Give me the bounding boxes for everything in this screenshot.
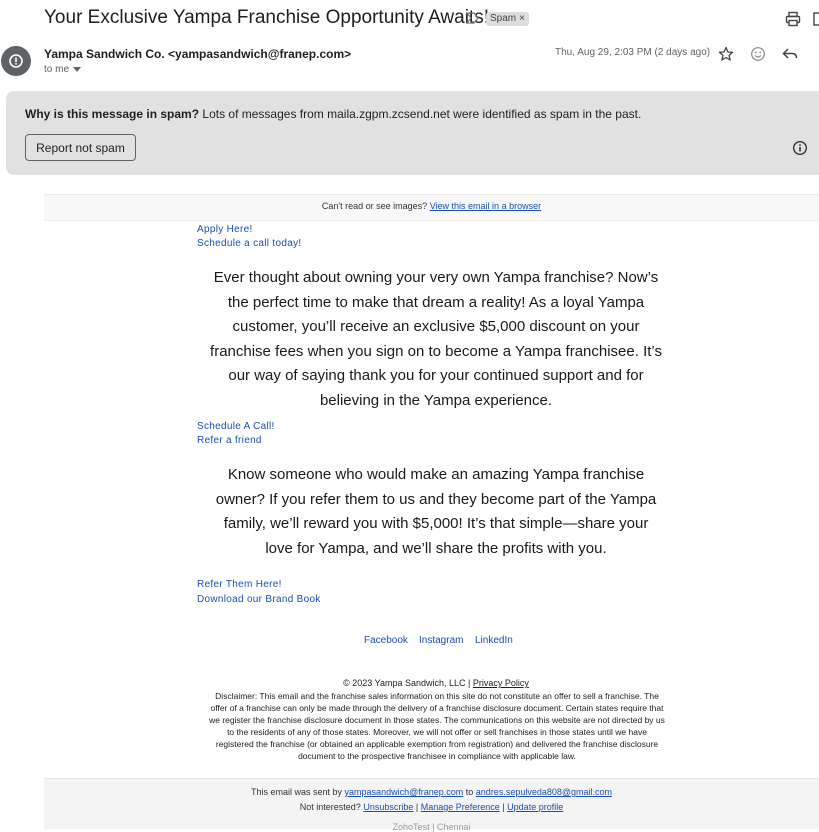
sent-to-word: to [465,787,474,797]
referral-paragraph: Know someone who would make an amazing Y… [215,466,657,557]
email-subject: Your Exclusive Yampa Franchise Opportuni… [44,7,489,28]
refer-them-here-link[interactable]: Refer Them Here! [197,579,282,590]
recipient-text: to me [44,64,70,75]
instagram-link[interactable]: Instagram [419,635,463,646]
chevron-down-icon[interactable] [73,66,82,73]
legal-disclaimer: Disclaimer: This email and the franchise… [209,691,665,761]
cant-see-images-text: Can't read or see images? [321,201,428,211]
star-icon[interactable] [718,46,734,62]
update-profile-link[interactable]: Update profile [507,802,563,812]
spam-warning-banner [6,91,819,175]
refer-a-friend-link[interactable]: Refer a friend [197,435,262,446]
spam-question: Why is this message in spam? [25,107,200,121]
email-date: Thu, Aug 29, 2:03 PM (2 days ago) [555,47,711,58]
spam-explanation: Why is this message in spam? Lots of mes… [25,107,641,121]
report-not-spam-button[interactable]: Report not spam [25,134,136,161]
separator: | [502,802,505,812]
spam-reason: Lots of messages from maila.zgpm.zcsend.… [202,107,642,121]
download-brand-book-link[interactable]: Download our Brand Book [197,594,321,605]
spam-label-text: Spam [490,13,517,24]
importance-marker-icon[interactable] [466,12,480,24]
recipient-details[interactable]: to me [44,64,82,75]
sender-brand-line: ZohoTest | Chennai [392,822,471,832]
spam-label-chip: Spam × [486,12,529,26]
emoji-reaction-icon[interactable] [750,46,766,62]
sender-name: Yampa Sandwich Co. <yampasandwich@franep… [44,47,352,61]
unsubscribe-link[interactable]: Unsubscribe [363,802,413,812]
view-in-browser-link[interactable]: View this email in a browser [430,201,541,211]
view-in-browser-text: Can't read or see images? View this emai… [44,201,819,211]
owner-offer-paragraph: Ever thought about owning your very own … [210,269,662,409]
open-in-new-window-icon[interactable] [813,11,819,27]
sender-avatar [1,46,31,76]
remove-label-icon[interactable]: × [519,12,525,26]
sender-email-link[interactable]: yampasandwich@franep.com [345,787,464,797]
privacy-policy-link[interactable]: Privacy Policy [473,678,529,688]
preferences-line: Not interested? Unsubscribe | Manage Pre… [44,802,819,812]
schedule-call-today-link[interactable]: Schedule a call today! [197,238,301,249]
linkedin-link[interactable]: LinkedIn [475,635,513,646]
copyright-line: © 2023 Yampa Sandwich, LLC | Privacy Pol… [210,678,662,688]
manage-preference-link[interactable]: Manage Preference [421,802,500,812]
alert-icon [9,54,23,68]
sent-by-line: This email was sent by yampasandwich@fra… [44,787,819,797]
recipient-email-link[interactable]: andres.sepulveda808@gmail.com [476,787,612,797]
sent-by-prefix: This email was sent by [250,787,343,797]
print-icon[interactable] [785,11,801,27]
reply-icon[interactable] [782,46,798,62]
not-interested-text: Not interested? [299,802,361,812]
schedule-a-call-link[interactable]: Schedule A Call! [197,421,275,432]
separator: | [415,802,419,812]
copyright-text: © 2023 Yampa Sandwich, LLC | [343,678,471,688]
info-icon[interactable] [792,140,808,156]
apply-here-link[interactable]: Apply Here! [197,224,253,235]
facebook-link[interactable]: Facebook [364,635,408,646]
